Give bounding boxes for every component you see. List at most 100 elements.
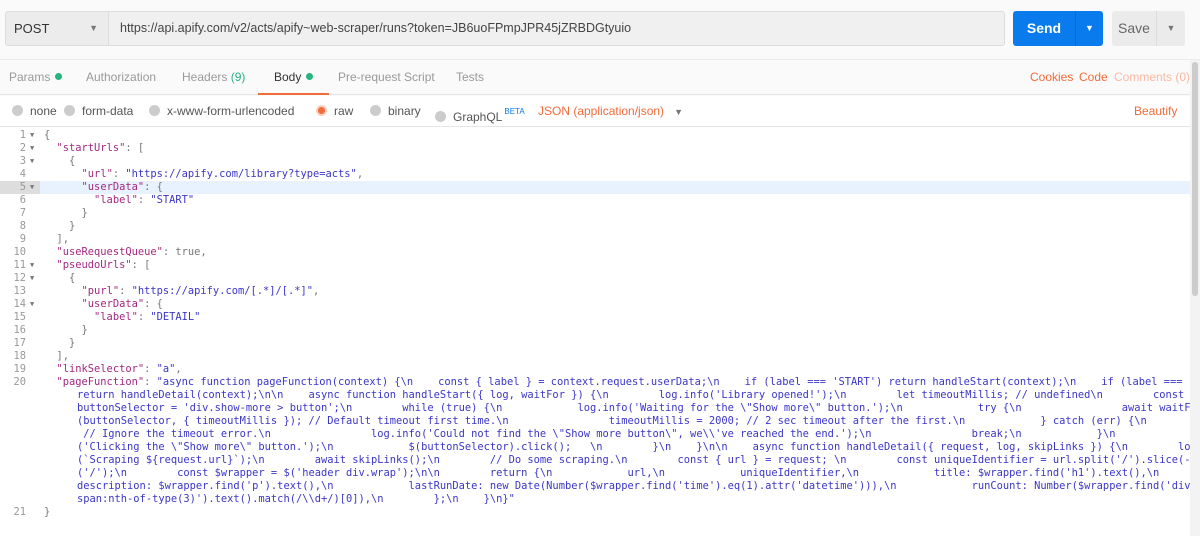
code-line-wrap[interactable]: ('Clicking the \"Show more\" button.');\… xyxy=(0,441,1200,454)
json-punctuation: : [ xyxy=(131,259,151,271)
code-line[interactable]: 11 ▼ "pseudoUrls": [ xyxy=(0,259,1190,272)
json-punctuation: : xyxy=(137,194,151,206)
tab-label: Authorization xyxy=(86,70,157,84)
method-select[interactable]: POST ▼ xyxy=(5,11,109,46)
code-link[interactable]: Code xyxy=(1079,60,1108,95)
tab-params[interactable]: Params xyxy=(9,60,63,95)
json-key: "url" xyxy=(81,168,113,180)
json-punctuation: } xyxy=(44,324,88,336)
json-punctuation xyxy=(44,259,57,271)
code-line[interactable]: 20 "pageFunction": "async function pageF… xyxy=(0,376,1200,389)
code-line[interactable]: 4 "url": "https://apify.com/library?type… xyxy=(0,168,1190,181)
code-editor[interactable]: 1 ▼{2 ▼ "startUrls": [3 ▼ {4 "url": "https:… xyxy=(0,127,1200,536)
line-number: 21 xyxy=(13,506,26,518)
fold-caret-icon[interactable]: ▼ xyxy=(30,129,34,142)
line-number: 2 xyxy=(19,142,26,154)
send-options-chevron-icon[interactable]: ▼ xyxy=(1075,11,1103,46)
save-options-chevron-icon[interactable]: ▼ xyxy=(1156,11,1185,46)
url-input[interactable]: https://api.apify.com/v2/acts/apify~web-… xyxy=(108,11,1005,46)
request-tabs: Params Authorization Headers (9) Body Pr… xyxy=(0,60,1200,95)
line-number: 7 xyxy=(19,207,26,219)
json-punctuation: ], xyxy=(44,350,70,362)
code-text: "url": "https://apify.com/library?type=a… xyxy=(44,168,364,181)
content-type-select[interactable]: JSON (application/json) ▼ xyxy=(538,96,683,128)
json-key: "pageFunction" xyxy=(56,376,145,388)
json-string: span:nth-of-type(3)').text().match(/\\d+… xyxy=(77,493,515,505)
code-text: } xyxy=(44,207,88,220)
code-line[interactable]: 5 ▼ "userData": { xyxy=(0,181,1190,194)
code-line-wrap[interactable]: return handleDetail(context);\n\n async … xyxy=(0,389,1190,402)
code-text: { xyxy=(44,272,75,285)
tab-body[interactable]: Body xyxy=(258,60,330,95)
json-key: "startUrls" xyxy=(56,142,126,154)
scrollbar-thumb[interactable] xyxy=(1192,62,1198,296)
json-punctuation: { xyxy=(44,129,51,141)
code-line[interactable]: 8 } xyxy=(0,220,1190,233)
cookies-link[interactable]: Cookies xyxy=(1030,60,1073,95)
json-key: "purl" xyxy=(81,285,120,297)
code-line[interactable]: 19 "linkSelector": "a", xyxy=(0,363,1190,376)
code-line-wrap[interactable]: buttonSelector = 'div.show-more > button… xyxy=(0,402,1200,415)
code-line[interactable]: 3 ▼ { xyxy=(0,155,1190,168)
fold-caret-icon[interactable]: ▼ xyxy=(30,298,34,311)
send-button[interactable]: Send ▼ xyxy=(1013,11,1103,46)
radio-none[interactable]: none xyxy=(12,96,57,127)
code-line-wrap[interactable]: ('/');\n const $wrapper = $('header div.… xyxy=(0,467,1190,480)
fold-caret-icon[interactable]: ▼ xyxy=(30,142,34,155)
line-number: 14 xyxy=(13,298,26,310)
code-line[interactable]: 1 ▼ { xyxy=(0,129,1190,142)
save-button[interactable]: Save ▼ xyxy=(1112,11,1185,46)
tab-headers[interactable]: Headers (9) xyxy=(182,60,245,95)
radio-binary[interactable]: binary xyxy=(370,96,421,127)
comments-link[interactable]: Comments (0) xyxy=(1114,60,1190,95)
code-line[interactable]: 10 "useRequestQueue": true, xyxy=(0,246,1190,259)
code-line[interactable]: 9 ], xyxy=(0,233,1190,246)
tab-authorization[interactable]: Authorization xyxy=(86,60,156,95)
json-string: ('Clicking the \"Show more\" button.');\… xyxy=(77,441,1200,453)
code-line-wrap[interactable]: span:nth-of-type(3)').text().match(/\\d+… xyxy=(0,493,1190,506)
json-key: "label" xyxy=(94,311,138,323)
code-line[interactable]: 15 "label": "DETAIL" xyxy=(0,311,1190,324)
tab-tests[interactable]: Tests xyxy=(456,60,484,95)
code-line[interactable]: 2 ▼ "startUrls": [ xyxy=(0,142,1190,155)
fold-caret-icon[interactable]: ▼ xyxy=(30,272,34,285)
json-punctuation xyxy=(44,285,82,297)
line-number: 4 xyxy=(19,168,26,180)
code-line-wrap[interactable]: // Ignore the timeout error.\n log.info(… xyxy=(0,428,1200,441)
line-number: 12 xyxy=(13,272,26,284)
code-text: "pageFunction": "async function pageFunc… xyxy=(44,376,1200,389)
code-line[interactable]: 12 ▼ { xyxy=(0,272,1190,285)
code-line-wrap[interactable]: description: $wrapper.find('p').text(),\… xyxy=(0,480,1200,493)
json-key: "linkSelector" xyxy=(56,363,145,375)
code-line-wrap[interactable]: (`Scraping ${request.url}`);\n await ski… xyxy=(0,454,1200,467)
fold-caret-icon[interactable]: ▼ xyxy=(30,155,34,168)
radio-x-www-form-urlencoded[interactable]: x-www-form-urlencoded xyxy=(149,96,294,127)
code-line[interactable]: 7 } xyxy=(0,207,1190,220)
code-line[interactable]: 14 ▼ "userData": { xyxy=(0,298,1190,311)
tab-pre-request-script[interactable]: Pre-request Script xyxy=(338,60,435,95)
code-text: "purl": "https://apify.com/[.*]/[.*]", xyxy=(44,285,320,298)
radio-form-data[interactable]: form-data xyxy=(64,96,133,127)
line-number: 8 xyxy=(19,220,26,232)
scrollbar[interactable] xyxy=(1190,60,1200,536)
radio-raw[interactable]: raw xyxy=(316,96,353,127)
code-line[interactable]: 17 } xyxy=(0,337,1190,350)
radio-icon xyxy=(435,111,446,122)
radio-label: binary xyxy=(388,104,421,118)
code-line-wrap[interactable]: (buttonSelector, { timeoutMillis }); // … xyxy=(0,415,1190,428)
code-line[interactable]: 16 } xyxy=(0,324,1190,337)
json-key: "userData" xyxy=(81,298,145,310)
json-string: (buttonSelector, { timeoutMillis }); // … xyxy=(77,415,1147,427)
fold-caret-icon[interactable]: ▼ xyxy=(30,181,34,194)
code-line[interactable]: 6 "label": "START" xyxy=(0,194,1190,207)
json-punctuation xyxy=(44,194,94,206)
beautify-button[interactable]: Beautify xyxy=(1134,96,1177,127)
code-line[interactable]: 13 "purl": "https://apify.com/[.*]/[.*]"… xyxy=(0,285,1190,298)
fold-caret-icon[interactable]: ▼ xyxy=(30,259,34,272)
json-string: "a" xyxy=(156,363,176,375)
radio-label: none xyxy=(30,104,57,118)
code-line[interactable]: 21} xyxy=(0,506,1190,519)
code-text: { xyxy=(44,129,50,142)
json-punctuation: , xyxy=(175,363,182,375)
code-line[interactable]: 18 ], xyxy=(0,350,1190,363)
